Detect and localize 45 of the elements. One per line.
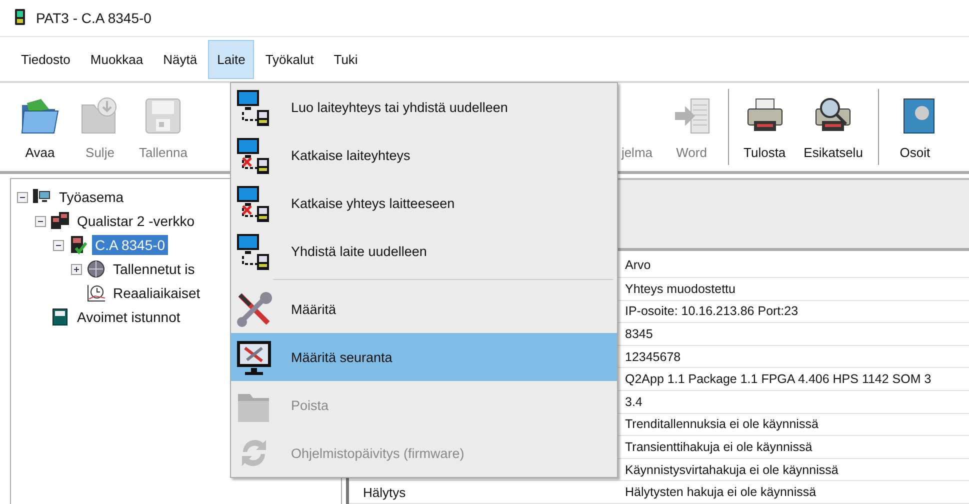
menu-item[interactable]: Määritä bbox=[231, 285, 617, 333]
window-title: PAT3 - C.A 8345-0 bbox=[36, 10, 152, 26]
table-cell: 8345 bbox=[625, 326, 653, 341]
tree-item[interactable]: Qualistar 2 -verkko bbox=[74, 211, 198, 231]
table-cell: 12345678 bbox=[625, 350, 681, 364]
menu-item[interactable]: Työkalut bbox=[256, 40, 323, 78]
tree-item[interactable]: C.A 8345-0 bbox=[92, 235, 168, 255]
expand-icon[interactable] bbox=[71, 264, 82, 274]
table-cell: Hälytys bbox=[363, 484, 406, 500]
toolbar-button[interactable]: Avaa bbox=[10, 90, 70, 164]
device-icon bbox=[14, 8, 26, 24]
menu-item[interactable]: Tiedosto bbox=[12, 40, 80, 78]
collapse-icon[interactable] bbox=[53, 240, 64, 250]
tree-item[interactable]: Reaaliaikaiset bbox=[110, 283, 204, 303]
table-cell: Arvo bbox=[625, 258, 651, 272]
menu-item[interactable]: Katkaise yhteys laitteeseen bbox=[231, 179, 617, 227]
globe-icon bbox=[86, 259, 106, 279]
tree-item[interactable]: Työasema bbox=[56, 187, 127, 207]
tree-item[interactable]: Tallennetut is bbox=[110, 259, 198, 279]
table-cell: Transienttihakuja ei ole käynnissä bbox=[625, 440, 812, 454]
tree-item[interactable]: Avoimet istunnot bbox=[74, 307, 184, 327]
collapse-icon[interactable] bbox=[17, 192, 28, 202]
menu-item[interactable]: Yhdistä laite uudelleen bbox=[231, 227, 617, 275]
devices-icon bbox=[50, 211, 70, 231]
memory-card-icon bbox=[50, 307, 70, 327]
table-cell: IP-osoite: 10.16.213.86 Port:23 bbox=[625, 304, 798, 318]
menu-item[interactable]: Määritä seuranta bbox=[231, 333, 617, 381]
menu-item[interactable]: Laite bbox=[208, 40, 254, 78]
table-cell: Q2App 1.1 Package 1.1 FPGA 4.406 HPS 1142 SOM 3 bbox=[625, 372, 932, 386]
device-check-icon bbox=[68, 235, 88, 255]
toolbar-button[interactable]: Tulosta bbox=[734, 90, 795, 164]
clock-chart-icon bbox=[86, 283, 106, 303]
table-cell: Trenditallennuksia ei ole käynnissä bbox=[625, 417, 818, 432]
wrench-screwdriver-icon bbox=[235, 290, 273, 328]
menu-item[interactable]: Näytä bbox=[154, 40, 206, 78]
table-cell: Käynnistysvirtahakuja ei ole käynnissä bbox=[625, 462, 838, 477]
menu-item[interactable]: Tuki bbox=[324, 40, 367, 78]
collapse-icon[interactable] bbox=[35, 216, 46, 226]
monitor-tools-icon bbox=[235, 338, 273, 376]
menu-item[interactable]: Muokkaa bbox=[81, 40, 152, 78]
toolbar-button[interactable]: Osoit bbox=[884, 90, 945, 164]
table-cell: 3.4 bbox=[625, 394, 642, 409]
table-cell: Hälytysten hakuja ei ole käynnissä bbox=[625, 485, 816, 500]
table-cell: Yhteys muodostettu bbox=[625, 282, 736, 296]
toolbar-button[interactable]: Esikatselu bbox=[794, 90, 872, 164]
